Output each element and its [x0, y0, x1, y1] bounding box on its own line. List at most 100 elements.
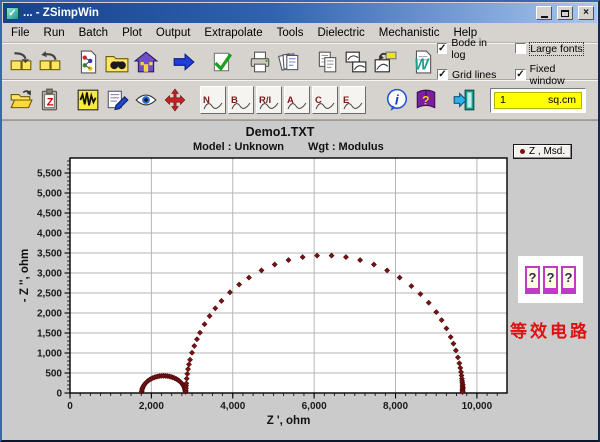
menu-output[interactable]: Output — [149, 25, 198, 41]
copy-button[interactable] — [312, 47, 341, 76]
print-button[interactable] — [245, 47, 274, 76]
notes-button[interactable] — [102, 86, 131, 115]
open-data-file-button[interactable] — [6, 86, 35, 115]
chart-panel: 0 2,000 4,000 6,000 8,000 10,000 0 500 1,000 1,50… — [2, 120, 598, 440]
bode-in-log-label: Bode in log — [451, 36, 488, 61]
svg-text:2,000: 2,000 — [37, 309, 62, 320]
checkbox-fixed-window[interactable]: ✓ Fixed window — [515, 63, 588, 87]
large-fonts-checkbox-box[interactable] — [515, 43, 527, 54]
svg-text:8,000: 8,000 — [383, 401, 408, 412]
plot-error-button[interactable]: E — [340, 86, 366, 114]
plot-type-buttons: N B R/I A C E — [199, 86, 367, 114]
grid-lines-label: Grid lines — [452, 68, 497, 81]
electrode-area-field[interactable]: 1 sq.cm — [494, 91, 582, 109]
bode-in-log-checkbox-box[interactable]: ✓ — [437, 43, 448, 54]
plot-capacitance-curve-icon — [315, 102, 335, 110]
find-folder-icon — [105, 50, 129, 74]
area-value[interactable]: 1 — [500, 94, 506, 106]
svg-text:5,500: 5,500 — [37, 169, 62, 180]
fixed-window-checkbox-box[interactable]: ✓ — [515, 69, 526, 80]
pan-button[interactable] — [160, 86, 189, 115]
minimize-button[interactable] — [536, 6, 552, 20]
menu-extrapolate[interactable]: Extrapolate — [197, 25, 269, 41]
x-axis-label: Z ', ohm — [267, 415, 311, 427]
maximize-button[interactable] — [557, 6, 573, 20]
svg-text:5,000: 5,000 — [37, 189, 62, 200]
plot-bode-button[interactable]: B — [228, 86, 254, 114]
fixed-window-label: Fixed window — [529, 62, 565, 87]
help-button[interactable]: ? — [411, 86, 440, 115]
question-card-icon: ? — [561, 265, 576, 294]
toolbar-bottom-buttons: Z — [6, 86, 189, 115]
menu-mechanistic[interactable]: Mechanistic — [372, 25, 447, 41]
title-bar: ✓ ... - ZSimpWin × — [3, 3, 597, 23]
plot-real-imag-button[interactable]: R/I — [256, 86, 282, 114]
plot-real-imag-curve-icon — [259, 102, 279, 110]
grid-lines-checkbox-box[interactable]: ✓ — [437, 69, 448, 80]
checkbox-grid-lines[interactable]: ✓ Grid lines — [437, 63, 499, 87]
validate-button[interactable] — [207, 47, 236, 76]
svg-text:W: W — [414, 56, 430, 73]
app-icon: ✓ — [6, 6, 19, 20]
export-chart-button[interactable] — [370, 47, 399, 76]
waveform-icon — [76, 88, 100, 112]
plot-bode-curve-icon — [231, 102, 251, 110]
plot-error-curve-icon — [343, 102, 363, 110]
view-button[interactable] — [131, 86, 160, 115]
area-unit-label: sq.cm — [547, 94, 576, 106]
close-button[interactable]: × — [578, 6, 594, 20]
svg-text:4,000: 4,000 — [37, 229, 62, 240]
print-pages-icon — [277, 50, 301, 74]
copy-pages-icon — [315, 50, 339, 74]
close-icon: × — [583, 7, 589, 18]
exit-button[interactable] — [449, 86, 478, 115]
question-card-icon: ? — [543, 265, 558, 294]
svg-text:3,500: 3,500 — [37, 249, 62, 260]
model-document-button[interactable] — [73, 47, 102, 76]
paste-impedance-button[interactable]: Z — [35, 86, 64, 115]
folder-arrow-down-icon — [9, 50, 33, 74]
plot-nyquist-button[interactable]: N — [200, 86, 226, 114]
info-button[interactable]: i — [382, 86, 411, 115]
legend-label: Z , Msd. — [529, 146, 566, 157]
menu-batch[interactable]: Batch — [72, 25, 115, 41]
equivalent-circuit-button[interactable]: ??? — [518, 256, 583, 303]
run-next-button[interactable] — [169, 47, 198, 76]
plot-capacitance-button[interactable]: C — [312, 86, 338, 114]
minimize-icon — [540, 15, 548, 18]
menu-file[interactable]: File — [4, 25, 37, 41]
options-panel: ✓ Bode in log Large fonts ✓ Grid lines ✓… — [437, 37, 588, 87]
export-word-button[interactable]: W — [408, 47, 437, 76]
menu-run[interactable]: Run — [37, 25, 72, 41]
print-preview-button[interactable] — [274, 47, 303, 76]
svg-text:Z: Z — [46, 96, 53, 108]
y-axis-label: - Z '', ohm — [19, 249, 31, 302]
svg-text:2,000: 2,000 — [139, 401, 164, 412]
svg-text:10,000: 10,000 — [462, 401, 493, 412]
home-button[interactable] — [131, 47, 160, 76]
home-icon — [133, 50, 158, 74]
svg-text:3,000: 3,000 — [37, 269, 62, 280]
chart-legend[interactable]: Z , Msd. — [513, 144, 573, 159]
question-card-icon: ? — [525, 265, 540, 294]
menu-plot[interactable]: Plot — [115, 25, 149, 41]
svg-text:?: ? — [422, 93, 429, 107]
info-icon: i — [385, 88, 409, 112]
notepad-pen-icon — [105, 88, 129, 112]
toolbar-bottom-buttons2: i? — [373, 86, 478, 115]
menu-dielectric[interactable]: Dielectric — [310, 25, 371, 41]
large-fonts-label: Large fonts — [529, 41, 584, 56]
svg-text:6,000: 6,000 — [302, 401, 327, 412]
copy-charts-button[interactable] — [341, 47, 370, 76]
find-button[interactable] — [102, 47, 131, 76]
save-data-button[interactable] — [6, 47, 35, 76]
load-data-button[interactable] — [35, 47, 64, 76]
menu-tools[interactable]: Tools — [270, 25, 311, 41]
signal-button[interactable] — [73, 86, 102, 115]
plot-admittance-button[interactable]: A — [284, 86, 310, 114]
checkbox-bode-in-log[interactable]: ✓ Bode in log — [437, 37, 499, 61]
checkbox-large-fonts[interactable]: Large fonts — [515, 37, 588, 61]
toolbar-top: W ✓ Bode in log Large fonts ✓ Grid lines… — [2, 37, 598, 87]
svg-text:2,500: 2,500 — [37, 289, 62, 300]
chart-title: Demo1.TXT — [246, 125, 315, 139]
